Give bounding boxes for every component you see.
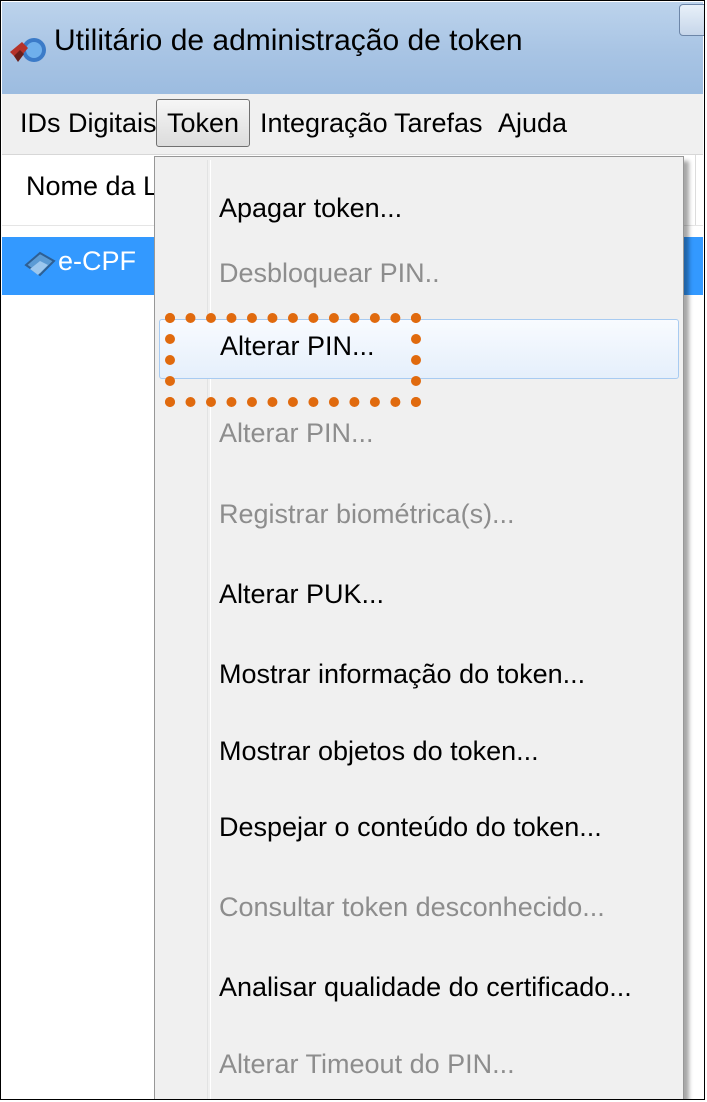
menu-item-label: Mostrar informação do token... — [219, 659, 586, 689]
menu-item-mostrar-informacao[interactable]: Mostrar informação do token... — [159, 647, 679, 707]
menu-item-label: Analisar qualidade do certificado... — [219, 972, 632, 1002]
menu-token[interactable]: Token — [156, 99, 251, 147]
menu-item-despejar-conteudo[interactable]: Despejar o conteúdo do token... — [159, 800, 679, 860]
list-item-label: e-CPF — [58, 246, 137, 276]
window-title: Utilitário de administração de token — [54, 24, 523, 57]
app-window: Utilitário de administração de token IDs… — [0, 0, 705, 1100]
menu-item-alterar-pin-disabled: Alterar PIN... — [159, 406, 679, 466]
menu-item-label: Alterar PIN... — [219, 418, 374, 448]
menu-item-apagar-token[interactable]: Apagar token... — [159, 181, 679, 241]
token-dropdown-menu: Apagar token... Desbloquear PIN.. Altera… — [154, 156, 684, 1099]
minimize-button[interactable] — [679, 4, 704, 36]
menu-item-label: Alterar PUK... — [219, 579, 385, 609]
menu-item-registrar-biometrica: Registrar biométrica(s)... — [159, 487, 679, 547]
menu-item-analisar-qualidade[interactable]: Analisar qualidade do certificado... — [159, 960, 679, 1020]
column-header-name[interactable]: Nome da Le — [26, 171, 173, 202]
menu-item-desbloquear-pin: Desbloquear PIN.. — [159, 246, 679, 306]
menu-item-mostrar-objetos[interactable]: Mostrar objetos do token... — [159, 724, 679, 784]
menu-item-label: Alterar Timeout do PIN... — [219, 1049, 515, 1079]
highlight-annotation — [165, 313, 421, 407]
menu-item-alterar-puk[interactable]: Alterar PUK... — [159, 567, 679, 627]
menu-ids-digitais[interactable]: IDs Digitais — [10, 99, 167, 147]
menu-item-label: Apagar token... — [219, 193, 403, 223]
menu-item-label: Despejar o conteúdo do token... — [219, 812, 602, 842]
menu-item-label: Mostrar objetos do token... — [219, 736, 539, 766]
menu-item-label: Desbloquear PIN.. — [219, 258, 440, 288]
token-device-icon — [24, 251, 56, 277]
menu-integracao[interactable]: Integração — [250, 99, 398, 147]
column-divider[interactable] — [695, 155, 696, 225]
menu-item-consultar-token: Consultar token desconhecido... — [159, 880, 679, 940]
menu-item-label: Registrar biométrica(s)... — [219, 499, 515, 529]
menu-item-alterar-timeout: Alterar Timeout do PIN... — [159, 1037, 679, 1097]
menu-item-label: Consultar token desconhecido... — [219, 892, 605, 922]
menu-tarefas[interactable]: Tarefas — [384, 99, 493, 147]
title-bar: Utilitário de administração de token — [2, 2, 704, 94]
menu-bar: IDs Digitais Token Integração Tarefas Aj… — [2, 94, 703, 155]
token-app-icon — [10, 38, 46, 62]
menu-ajuda[interactable]: Ajuda — [488, 99, 577, 147]
